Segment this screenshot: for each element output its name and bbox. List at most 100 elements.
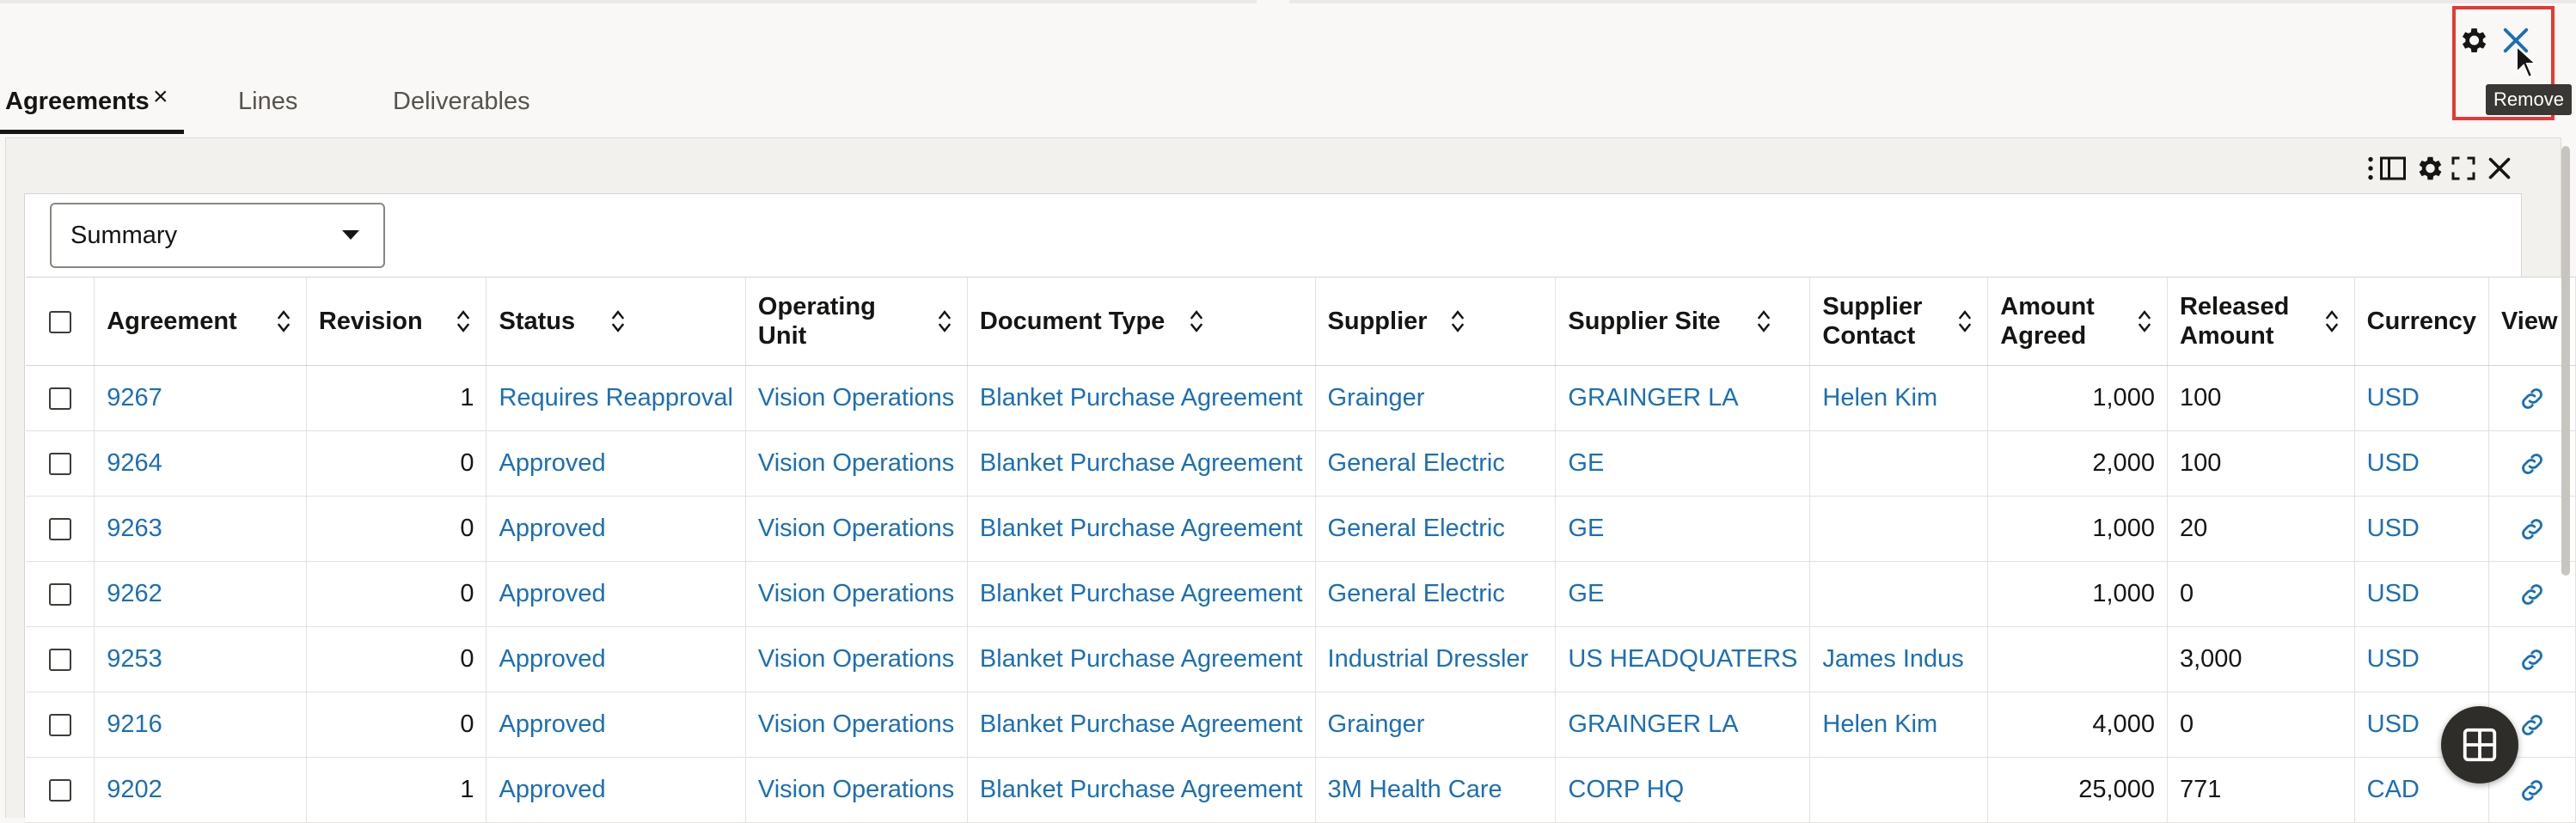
tab-lines[interactable]: Lines bbox=[238, 67, 297, 136]
column-header-amount-agreed[interactable]: Amount Agreed bbox=[1987, 277, 2168, 366]
grid-launcher-button[interactable] bbox=[2441, 706, 2518, 783]
operating-unit-link[interactable]: Vision Operations bbox=[758, 384, 954, 412]
supplier-site-link[interactable]: CORP HQ bbox=[1568, 776, 1684, 803]
supplier-site-link[interactable]: GE bbox=[1568, 449, 1604, 477]
view-select[interactable]: Summary bbox=[50, 203, 385, 268]
agreement-link[interactable]: 9263 bbox=[107, 515, 162, 542]
supplier-link[interactable]: 3M Health Care bbox=[1328, 776, 1502, 803]
operating-unit-link[interactable]: Vision Operations bbox=[758, 645, 954, 673]
document-type-link[interactable]: Blanket Purchase Agreement bbox=[980, 449, 1303, 477]
document-type-link[interactable]: Blanket Purchase Agreement bbox=[980, 580, 1303, 607]
link-icon[interactable] bbox=[2518, 580, 2547, 609]
row-checkbox[interactable] bbox=[48, 714, 71, 737]
sort-icon[interactable] bbox=[2325, 309, 2339, 333]
gear-icon[interactable] bbox=[2457, 24, 2489, 57]
column-header-document-type[interactable]: Document Type bbox=[967, 277, 1316, 366]
supplier-site-link[interactable]: US HEADQUATERS bbox=[1568, 645, 1797, 673]
sort-icon[interactable] bbox=[277, 309, 291, 333]
sort-icon[interactable] bbox=[1451, 309, 1465, 333]
agreement-link[interactable]: 9216 bbox=[107, 710, 162, 738]
supplier-site-link[interactable]: GRAINGER LA bbox=[1568, 710, 1738, 738]
agreement-link[interactable]: 9262 bbox=[107, 580, 162, 607]
table-row[interactable]: 9264 0 Approved Vision Operations Blanket Pu… bbox=[26, 430, 2576, 497]
column-header-status[interactable]: Status bbox=[486, 277, 746, 366]
supplier-link[interactable]: General Electric bbox=[1328, 515, 1505, 542]
sort-icon[interactable] bbox=[1757, 309, 1771, 333]
close-icon[interactable] bbox=[2484, 153, 2515, 184]
sort-icon[interactable] bbox=[1958, 309, 1972, 333]
supplier-link[interactable]: General Electric bbox=[1328, 449, 1505, 477]
agreement-link[interactable]: 9253 bbox=[107, 645, 162, 673]
supplier-link[interactable]: Industrial Dressler bbox=[1328, 645, 1529, 673]
expand-icon[interactable] bbox=[2448, 153, 2479, 184]
status-link[interactable]: Approved bbox=[499, 710, 605, 738]
sort-icon[interactable] bbox=[456, 309, 470, 333]
operating-unit-link[interactable]: Vision Operations bbox=[758, 710, 954, 738]
table-row[interactable]: 9216 0 Approved Vision Operations Blanket Pu… bbox=[26, 692, 2576, 758]
sort-icon[interactable] bbox=[2138, 309, 2151, 333]
tab-agreements[interactable]: Agreements bbox=[5, 67, 150, 136]
document-type-link[interactable]: Blanket Purchase Agreement bbox=[980, 710, 1303, 738]
panel-toggle-icon[interactable] bbox=[2377, 153, 2408, 184]
document-type-link[interactable]: Blanket Purchase Agreement bbox=[980, 384, 1303, 412]
select-all-checkbox[interactable] bbox=[48, 311, 71, 334]
column-header-supplier-contact[interactable]: Supplier Contact bbox=[1809, 277, 1989, 366]
row-checkbox[interactable] bbox=[48, 518, 71, 541]
status-link[interactable]: Approved bbox=[499, 645, 605, 673]
column-header-operating-unit[interactable]: Operating Unit bbox=[745, 277, 968, 366]
link-icon[interactable] bbox=[2518, 449, 2547, 479]
table-row[interactable]: 9262 0 Approved Vision Operations Blanket Pu… bbox=[26, 561, 2576, 627]
supplier-site-link[interactable]: GRAINGER LA bbox=[1568, 384, 1738, 412]
gear-icon[interactable] bbox=[2414, 153, 2444, 184]
column-header-supplier-site[interactable]: Supplier Site bbox=[1555, 277, 1811, 366]
link-icon[interactable] bbox=[2518, 776, 2547, 805]
operating-unit-link[interactable]: Vision Operations bbox=[758, 580, 954, 607]
currency-link[interactable]: USD bbox=[2367, 384, 2420, 412]
document-type-link[interactable]: Blanket Purchase Agreement bbox=[980, 515, 1303, 542]
column-header-supplier[interactable]: Supplier bbox=[1315, 277, 1557, 366]
column-header-released-amount[interactable]: Released Amount bbox=[2167, 277, 2355, 366]
currency-link[interactable]: USD bbox=[2367, 515, 2420, 542]
supplier-contact-link[interactable]: James Indus bbox=[1822, 645, 1963, 673]
status-link[interactable]: Requires Reapproval bbox=[499, 384, 732, 412]
status-link[interactable]: Approved bbox=[499, 449, 605, 477]
currency-link[interactable]: USD bbox=[2367, 710, 2420, 738]
table-row[interactable]: 9267 1 Requires Reapproval Vision Operation… bbox=[26, 365, 2576, 431]
sort-icon[interactable] bbox=[611, 309, 625, 333]
link-icon[interactable] bbox=[2518, 384, 2547, 413]
table-row[interactable]: 9263 0 Approved Vision Operations Blanket Pu… bbox=[26, 496, 2576, 562]
currency-link[interactable]: USD bbox=[2367, 580, 2420, 607]
agreement-link[interactable]: 9202 bbox=[107, 776, 162, 803]
vertical-scrollbar[interactable] bbox=[2561, 146, 2570, 576]
link-icon[interactable] bbox=[2518, 515, 2547, 544]
status-link[interactable]: Approved bbox=[499, 580, 605, 607]
status-link[interactable]: Approved bbox=[499, 776, 605, 803]
column-header-revision[interactable]: Revision bbox=[306, 277, 487, 366]
agreement-link[interactable]: 9267 bbox=[107, 384, 162, 412]
row-checkbox[interactable] bbox=[48, 583, 71, 607]
agreement-link[interactable]: 9264 bbox=[107, 449, 162, 477]
sort-icon[interactable] bbox=[938, 309, 951, 333]
row-checkbox[interactable] bbox=[48, 779, 71, 802]
supplier-link[interactable]: Grainger bbox=[1328, 710, 1425, 738]
table-row[interactable]: 9253 0 Approved Vision Operations Blanket Pu… bbox=[26, 626, 2576, 692]
operating-unit-link[interactable]: Vision Operations bbox=[758, 776, 954, 803]
document-type-link[interactable]: Blanket Purchase Agreement bbox=[980, 645, 1303, 673]
link-icon[interactable] bbox=[2518, 710, 2547, 740]
table-row[interactable]: 9202 1 Approved Vision Operations Blanket Pu… bbox=[26, 757, 2576, 823]
link-icon[interactable] bbox=[2518, 645, 2547, 674]
sort-icon[interactable] bbox=[1190, 309, 1203, 333]
column-header-currency[interactable]: Currency bbox=[2354, 277, 2489, 366]
column-header-agreement[interactable]: Agreement bbox=[94, 277, 307, 366]
supplier-contact-link[interactable]: Helen Kim bbox=[1822, 384, 1937, 412]
row-checkbox[interactable] bbox=[48, 453, 71, 476]
currency-link[interactable]: USD bbox=[2367, 449, 2420, 477]
document-type-link[interactable]: Blanket Purchase Agreement bbox=[980, 776, 1303, 803]
row-checkbox[interactable] bbox=[48, 649, 71, 672]
operating-unit-link[interactable]: Vision Operations bbox=[758, 515, 954, 542]
operating-unit-link[interactable]: Vision Operations bbox=[758, 449, 954, 477]
supplier-contact-link[interactable]: Helen Kim bbox=[1822, 710, 1937, 738]
tab-deliverables[interactable]: Deliverables bbox=[393, 67, 530, 136]
currency-link[interactable]: CAD bbox=[2367, 776, 2420, 803]
status-link[interactable]: Approved bbox=[499, 515, 605, 542]
